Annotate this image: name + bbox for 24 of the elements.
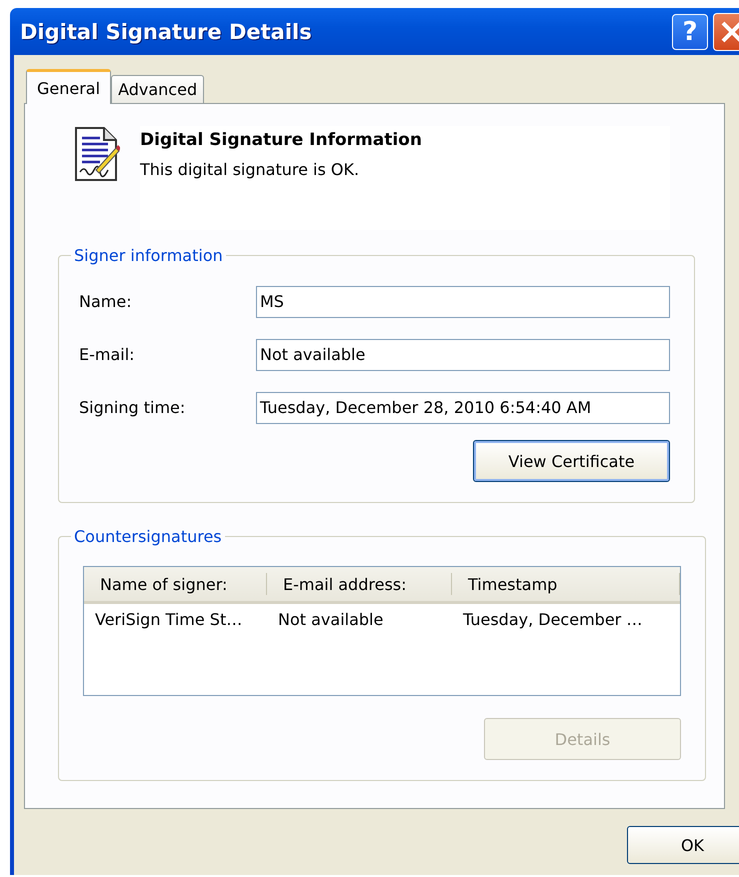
field-label: Signing time: (79, 398, 186, 417)
group-legend: Countersignatures (71, 527, 225, 546)
table-cell-text: Tuesday, December … (462, 610, 644, 628)
info-title: Digital Signature Information (140, 130, 423, 150)
help-button[interactable]: ? (672, 14, 708, 50)
signed-document-icon (72, 126, 120, 182)
signature-status: This digital signature is OK. (140, 160, 360, 179)
column-header[interactable]: E-mail address: (267, 573, 452, 595)
view-certificate-button[interactable]: View Certificate (473, 440, 670, 482)
field-label: E-mail: (79, 345, 136, 364)
tab[interactable]: General (26, 69, 112, 104)
column-header[interactable]: Timestamp (452, 573, 680, 595)
ok-button[interactable]: OK (627, 826, 739, 864)
tab[interactable]: Advanced (111, 75, 204, 103)
table-cell-text: VeriSign Time St… (94, 610, 244, 628)
close-icon[interactable] (713, 12, 739, 50)
text-field[interactable]: MS (256, 286, 670, 318)
table-cell-text: Not available (277, 610, 384, 628)
column-header[interactable]: Name of signer: (84, 573, 267, 595)
window-title: Digital Signature Details (20, 20, 313, 44)
text-field[interactable]: Not available (256, 338, 670, 370)
field-label: Name: (79, 292, 133, 311)
group-legend: Signer information (71, 246, 226, 265)
text-field[interactable]: Tuesday, December 28, 2010 6:54:40 AM (256, 392, 670, 424)
